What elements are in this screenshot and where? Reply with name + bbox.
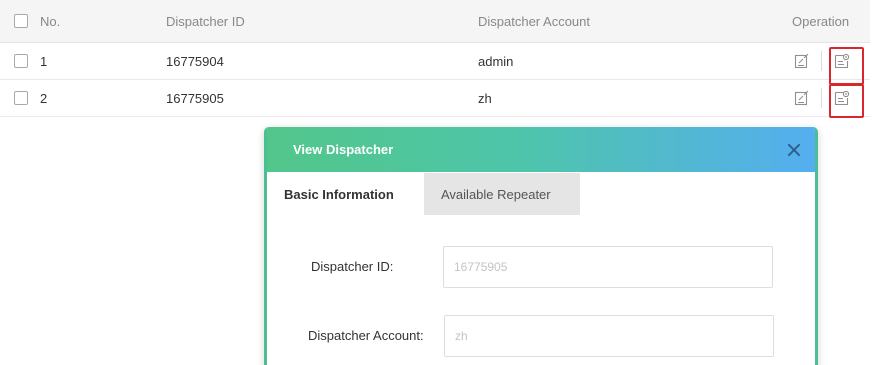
dialog-title: View Dispatcher bbox=[293, 142, 394, 157]
form-row-dispatcher-account: Dispatcher Account: bbox=[267, 315, 815, 357]
column-header-dispatcher-id: Dispatcher ID bbox=[166, 13, 245, 29]
edit-icon[interactable] bbox=[794, 53, 810, 69]
row-no: 2 bbox=[40, 90, 48, 106]
row-checkbox-cell[interactable] bbox=[14, 80, 28, 116]
select-all-checkbox-cell[interactable] bbox=[14, 0, 28, 42]
row-checkbox-cell[interactable] bbox=[14, 43, 28, 79]
operation-divider bbox=[821, 51, 822, 71]
dispatcher-account-field[interactable] bbox=[444, 315, 774, 357]
row-checkbox[interactable] bbox=[14, 91, 28, 105]
dialog-tabs: Basic Information Available Repeater bbox=[267, 173, 815, 215]
table-row: 2 16775905 zh bbox=[0, 80, 870, 117]
close-icon[interactable] bbox=[787, 143, 801, 157]
edit-icon[interactable] bbox=[794, 90, 810, 106]
row-dispatcher-account: zh bbox=[478, 90, 492, 106]
view-dispatcher-dialog: View Dispatcher Basic Information Availa… bbox=[264, 127, 818, 365]
operation-divider bbox=[821, 88, 822, 108]
dispatcher-account-label: Dispatcher Account: bbox=[308, 327, 424, 343]
row-no: 1 bbox=[40, 53, 48, 69]
dialog-header: View Dispatcher bbox=[267, 127, 815, 172]
tab-available-repeater[interactable]: Available Repeater bbox=[424, 173, 580, 215]
highlight-box bbox=[829, 47, 864, 85]
dispatcher-table: No. Dispatcher ID Dispatcher Account Ope… bbox=[0, 0, 870, 117]
form-row-dispatcher-id: Dispatcher ID: bbox=[267, 246, 815, 288]
dispatcher-id-label: Dispatcher ID: bbox=[311, 258, 394, 274]
highlight-box bbox=[829, 84, 864, 118]
column-header-dispatcher-account: Dispatcher Account bbox=[478, 13, 591, 29]
row-dispatcher-account: admin bbox=[478, 53, 514, 69]
tab-basic-information[interactable]: Basic Information bbox=[267, 173, 424, 215]
select-all-checkbox[interactable] bbox=[14, 14, 28, 28]
table-row: 1 16775904 admin bbox=[0, 43, 870, 80]
row-dispatcher-id: 16775904 bbox=[166, 53, 224, 69]
column-header-no: No. bbox=[40, 13, 61, 29]
table-header: No. Dispatcher ID Dispatcher Account Ope… bbox=[0, 0, 870, 43]
row-dispatcher-id: 16775905 bbox=[166, 90, 224, 106]
column-header-operation: Operation bbox=[792, 13, 850, 29]
dispatcher-id-field[interactable] bbox=[443, 246, 773, 288]
row-checkbox[interactable] bbox=[14, 54, 28, 68]
